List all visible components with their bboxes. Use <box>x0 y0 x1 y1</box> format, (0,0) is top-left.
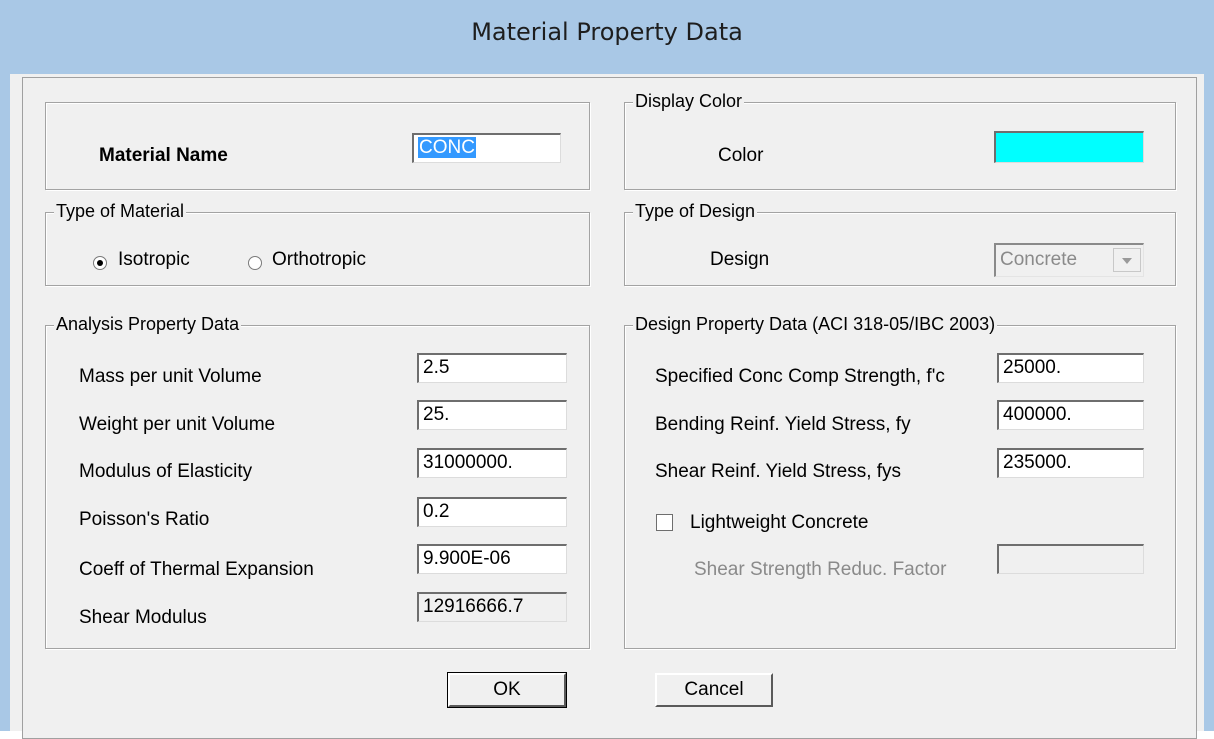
bending-reinf-yield-input[interactable]: 400000. <box>997 400 1144 430</box>
chevron-down-icon[interactable] <box>1113 248 1141 272</box>
type-of-design-group: Type of Design Design Concrete <box>624 201 1176 286</box>
orthotropic-label[interactable]: Orthotropic <box>272 249 366 271</box>
type-of-material-title: Type of Material <box>54 201 187 222</box>
type-of-material-group: Type of Material Isotropic Orthotropic <box>45 201 590 286</box>
design-select[interactable]: Concrete <box>994 243 1144 277</box>
radio-selected-dot <box>97 260 103 266</box>
modulus-of-elasticity-input[interactable]: 31000000. <box>417 448 567 478</box>
shear-modulus-label: Shear Modulus <box>79 607 207 628</box>
shear-modulus-value: 12916666.7 <box>417 592 567 622</box>
design-label: Design <box>710 249 770 270</box>
color-label: Color <box>718 145 764 166</box>
type-of-design-title: Type of Design <box>633 201 758 222</box>
material-name-input[interactable]: CONC <box>412 133 561 163</box>
poissons-ratio-label: Poisson's Ratio <box>79 509 210 530</box>
material-name-group: Material Name CONC <box>45 102 590 190</box>
window-title: Material Property Data <box>471 18 743 46</box>
lightweight-concrete-checkbox[interactable] <box>656 514 673 531</box>
shear-strength-reduc-input <box>997 544 1144 574</box>
analysis-property-group: Analysis Property Data Mass per unit Vol… <box>45 314 590 649</box>
design-select-value: Concrete <box>1000 249 1078 270</box>
lightweight-concrete-label[interactable]: Lightweight Concrete <box>690 512 869 534</box>
title-bar[interactable]: Material Property Data <box>0 0 1214 74</box>
material-name-label: Material Name <box>99 145 228 166</box>
display-color-title: Display Color <box>633 91 745 112</box>
design-property-title: Design Property Data (ACI 318-05/IBC 200… <box>633 314 998 335</box>
poissons-ratio-input[interactable]: 0.2 <box>417 497 567 527</box>
modulus-of-elasticity-label: Modulus of Elasticity <box>79 461 253 482</box>
shear-reinf-yield-label: Shear Reinf. Yield Stress, fys <box>655 461 902 482</box>
conc-comp-strength-input[interactable]: 25000. <box>997 353 1144 383</box>
isotropic-label[interactable]: Isotropic <box>118 249 190 271</box>
color-swatch-button[interactable] <box>994 131 1144 163</box>
conc-comp-strength-label: Specified Conc Comp Strength, f'c <box>655 366 945 387</box>
weight-per-unit-volume-label: Weight per unit Volume <box>79 414 276 435</box>
display-color-group: Display Color Color <box>624 91 1176 190</box>
material-name-value: CONC <box>418 137 476 158</box>
dialog-panel: Material Name CONC Display Color Color T… <box>22 77 1197 739</box>
cancel-button[interactable]: Cancel <box>655 673 773 707</box>
shear-reinf-yield-input[interactable]: 235000. <box>997 448 1144 478</box>
mass-per-unit-volume-label: Mass per unit Volume <box>79 366 262 387</box>
design-property-group: Design Property Data (ACI 318-05/IBC 200… <box>624 314 1176 649</box>
ok-button[interactable]: OK <box>447 672 567 708</box>
shear-strength-reduc-label: Shear Strength Reduc. Factor <box>694 559 947 580</box>
isotropic-radio[interactable] <box>93 256 107 270</box>
bending-reinf-yield-label: Bending Reinf. Yield Stress, fy <box>655 414 911 435</box>
thermal-expansion-input[interactable]: 9.900E-06 <box>417 544 567 574</box>
weight-per-unit-volume-input[interactable]: 25. <box>417 400 567 430</box>
thermal-expansion-label: Coeff of Thermal Expansion <box>79 559 314 580</box>
orthotropic-radio[interactable] <box>248 256 262 270</box>
mass-per-unit-volume-input[interactable]: 2.5 <box>417 353 567 383</box>
analysis-property-title: Analysis Property Data <box>54 314 242 335</box>
